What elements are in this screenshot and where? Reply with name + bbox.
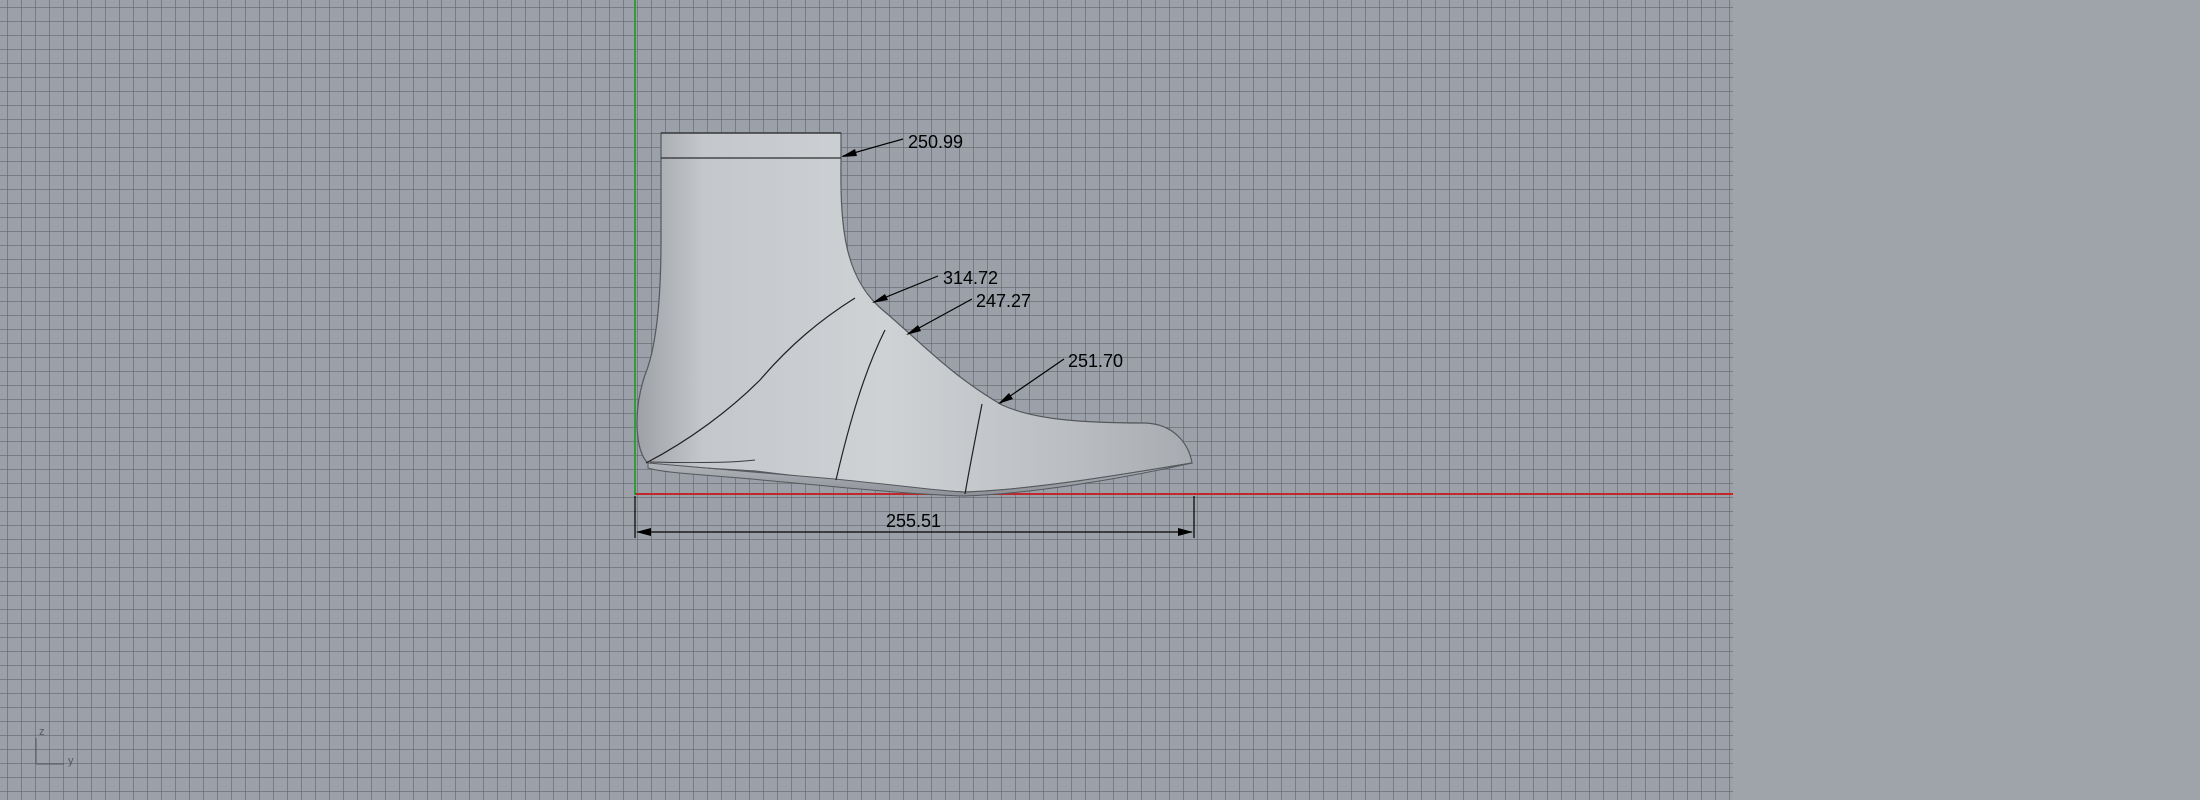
perspective-viewport[interactable]: 250.99 314.72 247.27 251.70 255.51 z y	[0, 0, 1733, 800]
z-axis-label: z	[39, 726, 45, 738]
axis-orientation-widget: z y	[35, 726, 74, 767]
boot-last-model[interactable]	[636, 132, 1193, 497]
dimension-label: 247.27	[976, 291, 1031, 311]
y-axis-label: y	[68, 755, 74, 767]
dimension-top-girth[interactable]: 250.99	[841, 132, 963, 157]
dimension-label: 255.51	[886, 511, 941, 531]
dimension-label: 314.72	[943, 268, 998, 288]
dimension-label: 251.70	[1068, 351, 1123, 371]
dimension-label: 250.99	[908, 132, 963, 152]
viewport-scene: 250.99 314.72 247.27 251.70 255.51 z y	[35, 0, 1733, 767]
dimension-ball-girth[interactable]: 251.70	[998, 351, 1123, 404]
dimension-length[interactable]: 255.51	[634, 496, 1195, 538]
side-panel	[1733, 0, 2200, 800]
dimension-instep-girth-2[interactable]: 247.27	[906, 291, 1031, 335]
